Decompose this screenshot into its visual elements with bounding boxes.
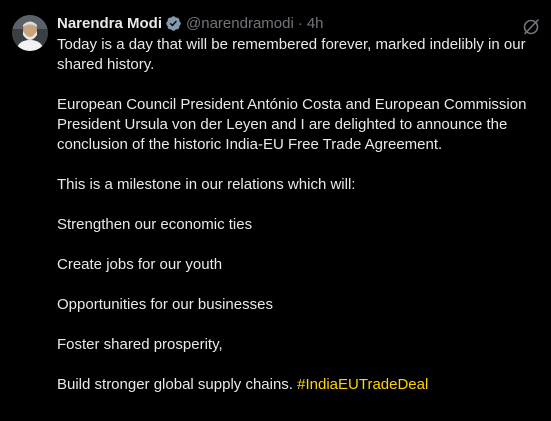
tweet-paragraph: Create jobs for our youth: [57, 256, 223, 273]
author-name[interactable]: Narendra Modi: [57, 15, 162, 32]
hashtag-link[interactable]: #IndiaEUTradeDeal: [297, 376, 428, 393]
avatar-photo-icon: [12, 15, 48, 51]
tweet-paragraph: Foster shared prosperity,: [57, 336, 223, 353]
timestamp[interactable]: 4h: [307, 15, 324, 32]
tweet-header: Narendra Modi @narendramodi · 4h: [57, 12, 537, 34]
separator-dot: ·: [297, 14, 303, 32]
tweet-paragraph-last: Build stronger global supply chains. #In…: [57, 375, 533, 395]
tweet-paragraph: Strengthen our economic ties: [57, 216, 253, 233]
author-handle[interactable]: @narendramodi: [186, 15, 294, 32]
tweet-paragraph: Today is a day that will be remembered f…: [57, 36, 526, 73]
tweet-card[interactable]: Narendra Modi @narendramodi · 4h Today i…: [0, 0, 551, 421]
tweet-paragraph: European Council President António Costa…: [57, 96, 527, 153]
avatar[interactable]: [12, 15, 48, 51]
tweet-paragraph: This is a milestone in our relations whi…: [57, 176, 356, 193]
tweet-paragraph: Opportunities for our businesses: [57, 296, 273, 313]
tweet-content: Narendra Modi @narendramodi · 4h Today i…: [57, 14, 537, 421]
tweet-last-line-text: Build stronger global supply chains.: [57, 376, 298, 393]
tweet-text: Today is a day that will be remembered f…: [57, 35, 537, 395]
grok-icon[interactable]: [521, 17, 541, 37]
verified-badge-icon[interactable]: [165, 15, 182, 32]
